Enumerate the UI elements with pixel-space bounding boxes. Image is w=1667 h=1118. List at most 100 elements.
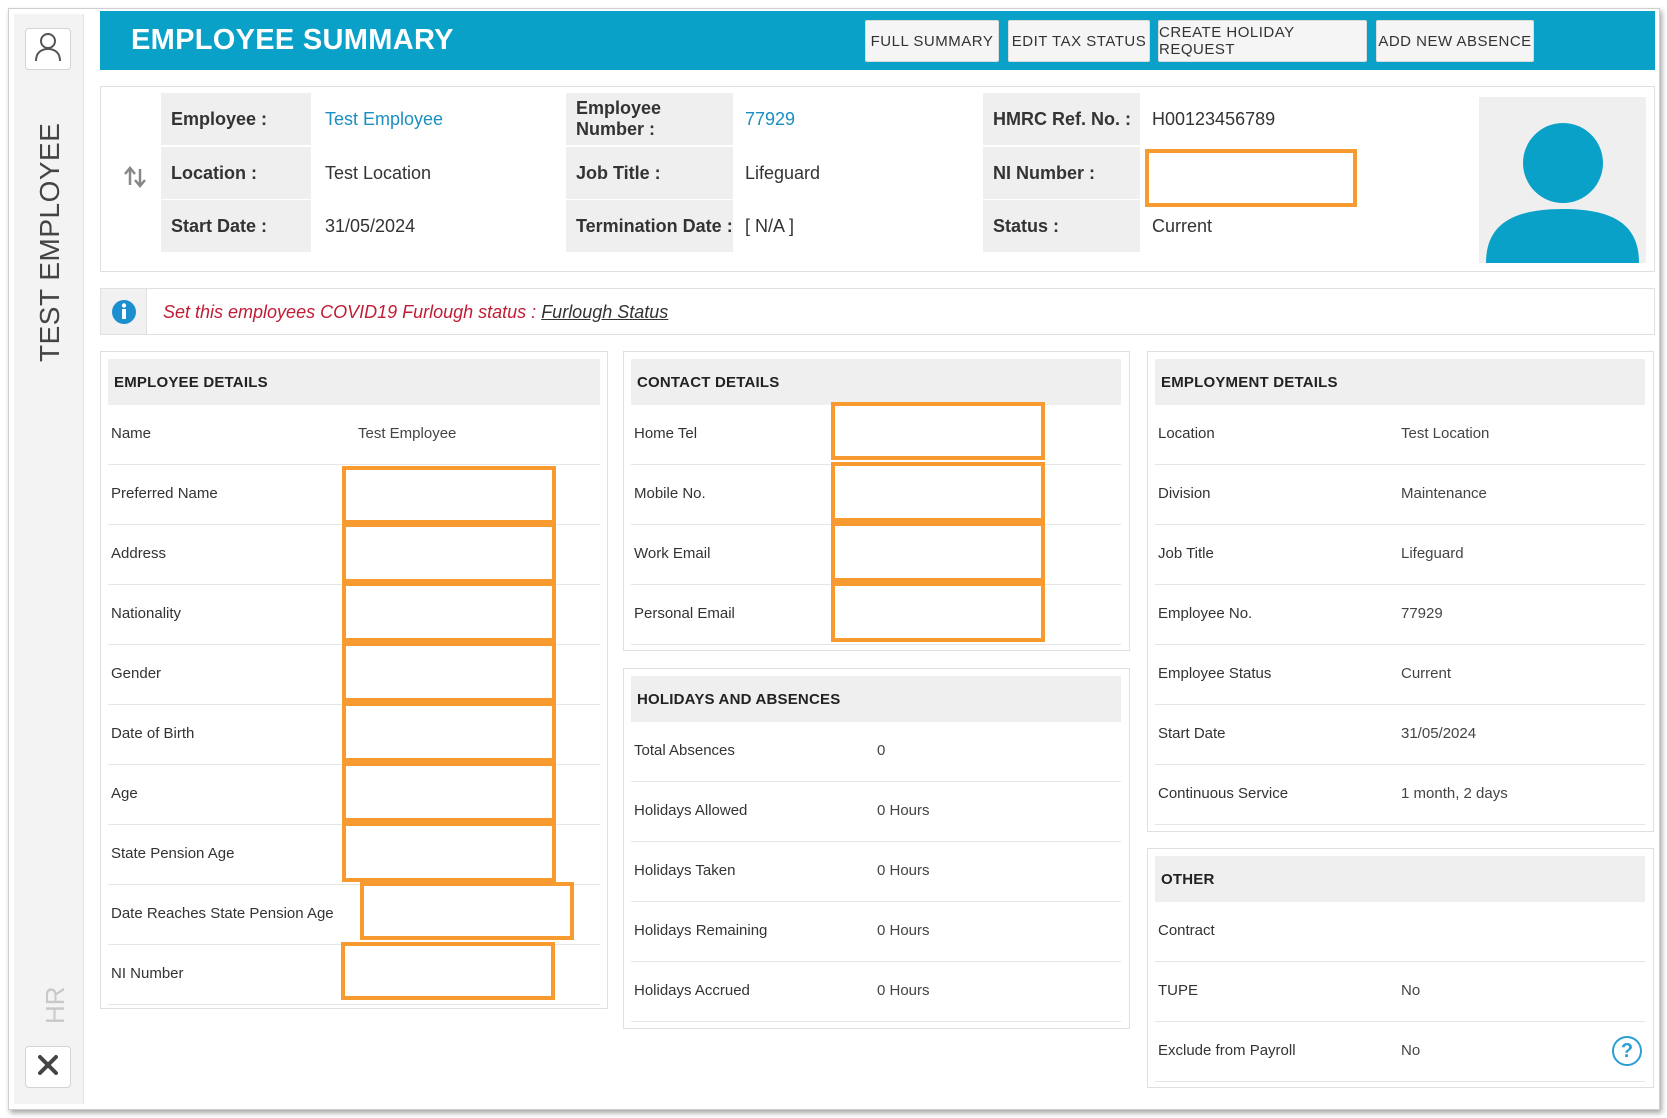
employee-label: Employee : (161, 93, 311, 145)
add-new-absence-button[interactable]: ADD NEW ABSENCE (1376, 20, 1534, 62)
row-label: TUPE (1158, 982, 1199, 999)
close-icon (37, 1054, 59, 1081)
employee-number-label: Employee Number : (566, 93, 733, 145)
redacted-value (831, 522, 1045, 582)
detail-row: Date of Birth (108, 702, 600, 765)
detail-row: NI Number (108, 942, 600, 1005)
row-value: 0 Hours (877, 922, 930, 939)
user-button[interactable] (25, 28, 71, 70)
hmrc-ref-value: H00123456789 (1152, 108, 1276, 129)
termination-date-label: Termination Date : (566, 200, 733, 252)
detail-row: Division Maintenance (1155, 465, 1645, 525)
row-label: Gender (111, 665, 162, 682)
row-label: Employee Status (1158, 665, 1272, 682)
edit-tax-status-button[interactable]: EDIT TAX STATUS (1008, 20, 1150, 62)
detail-row: State Pension Age (108, 822, 600, 885)
help-button[interactable]: ? (1612, 1036, 1642, 1066)
furlough-info-bar: Set this employees COVID19 Furlough stat… (100, 288, 1655, 335)
employee-details-panel: EMPLOYEE DETAILS Name Test Employee Prefer… (100, 351, 608, 1009)
detail-row: Name Test Employee (108, 405, 600, 465)
row-value: No (1401, 1042, 1421, 1059)
row-label: Work Email (634, 545, 711, 562)
detail-row: Location Test Location (1155, 405, 1645, 465)
sidebar: TEST EMPLOYEE HR (14, 14, 84, 1104)
start-date-value: 31/05/2024 (325, 215, 416, 236)
detail-row: Continuous Service 1 month, 2 days (1155, 765, 1645, 825)
row-value: 0 Hours (877, 862, 930, 879)
contact-details-panel: CONTACT DETAILS Home Tel Mobile No. Work E… (623, 351, 1130, 651)
redacted-value (831, 462, 1045, 522)
create-holiday-request-button[interactable]: CREATE HOLIDAY REQUEST (1158, 20, 1367, 62)
employee-name-link[interactable]: Test Employee (315, 93, 565, 145)
row-value: 1 month, 2 days (1401, 785, 1508, 802)
user-icon (34, 32, 62, 67)
termination-date-value: [ N/A ] (745, 215, 795, 236)
detail-row: TUPE No (1155, 962, 1645, 1022)
row-label: Holidays Allowed (634, 802, 748, 819)
row-label: Holidays Taken (634, 862, 736, 879)
holidays-absences-panel: HOLIDAYS AND ABSENCES Total Absences 0 Hol… (623, 668, 1130, 1029)
start-date-label: Start Date : (161, 200, 311, 252)
other-heading: OTHER (1155, 856, 1645, 902)
row-label: Home Tel (634, 425, 698, 442)
employee-details-heading: EMPLOYEE DETAILS (108, 359, 600, 405)
detail-row: Preferred Name (108, 465, 600, 525)
row-label: NI Number (111, 965, 184, 982)
employee-number-link[interactable]: 77929 (735, 93, 975, 145)
row-value: Maintenance (1401, 485, 1487, 502)
furlough-message: Set this employees COVID19 Furlough stat… (163, 302, 669, 322)
row-label: State Pension Age (111, 845, 235, 862)
hmrc-ref-label: HMRC Ref. No. : (983, 93, 1140, 145)
page-title: EMPLOYEE SUMMARY (131, 24, 454, 56)
row-label: Division (1158, 485, 1211, 502)
row-label: Exclude from Payroll (1158, 1042, 1296, 1059)
job-title-label: Job Title : (566, 147, 733, 199)
close-button[interactable] (25, 1046, 71, 1088)
swap-employee-icon[interactable] (123, 165, 147, 194)
sidebar-title: TEST EMPLOYEE (34, 122, 65, 362)
full-summary-button[interactable]: FULL SUMMARY (865, 20, 999, 62)
row-value: 0 (877, 742, 886, 759)
row-value: No (1401, 982, 1421, 999)
redacted-value (342, 702, 556, 762)
job-title-value: Lifeguard (745, 162, 821, 183)
row-label: Age (111, 785, 138, 802)
detail-row: Exclude from Payroll No (1155, 1022, 1645, 1082)
holidays-absences-heading: HOLIDAYS AND ABSENCES (631, 676, 1121, 722)
row-label: Start Date (1158, 725, 1226, 742)
detail-row: Personal Email (631, 582, 1121, 645)
redacted-value (342, 582, 556, 642)
redacted-value (342, 466, 556, 524)
row-label: Contract (1158, 922, 1215, 939)
employment-details-heading: EMPLOYMENT DETAILS (1155, 359, 1645, 405)
detail-row: Employee No. 77929 (1155, 585, 1645, 645)
redacted-value (341, 942, 555, 1000)
row-label: Name (111, 425, 152, 442)
row-value: Lifeguard (1401, 545, 1464, 562)
row-value: 77929 (1401, 605, 1443, 622)
row-label: Personal Email (634, 605, 735, 622)
detail-row: Total Absences 0 (631, 722, 1121, 782)
redacted-value (342, 642, 556, 702)
furlough-status-link[interactable]: Furlough Status (541, 302, 668, 322)
row-label: Date of Birth (111, 725, 195, 742)
detail-row: Home Tel (631, 402, 1121, 465)
row-label: Date Reaches State Pension Age (111, 905, 334, 922)
detail-row: Employee Status Current (1155, 645, 1645, 705)
row-label: Employee No. (1158, 605, 1253, 622)
detail-row: Holidays Taken 0 Hours (631, 842, 1121, 902)
ni-number-redacted (1145, 149, 1357, 207)
location-label: Location : (161, 147, 311, 199)
row-label: Location (1158, 425, 1215, 442)
sidebar-section-hr[interactable]: HR (40, 980, 70, 1024)
row-value: Test Location (1401, 425, 1490, 442)
redacted-value (342, 822, 556, 882)
row-label: Preferred Name (111, 485, 218, 502)
employment-details-panel: EMPLOYMENT DETAILS Location Test Location… (1147, 351, 1654, 832)
status-value: Current (1152, 215, 1213, 236)
redacted-value (360, 882, 574, 940)
info-icon (101, 289, 147, 334)
row-label: Job Title (1158, 545, 1214, 562)
row-label: Mobile No. (634, 485, 706, 502)
detail-row: Holidays Accrued 0 Hours (631, 962, 1121, 1022)
